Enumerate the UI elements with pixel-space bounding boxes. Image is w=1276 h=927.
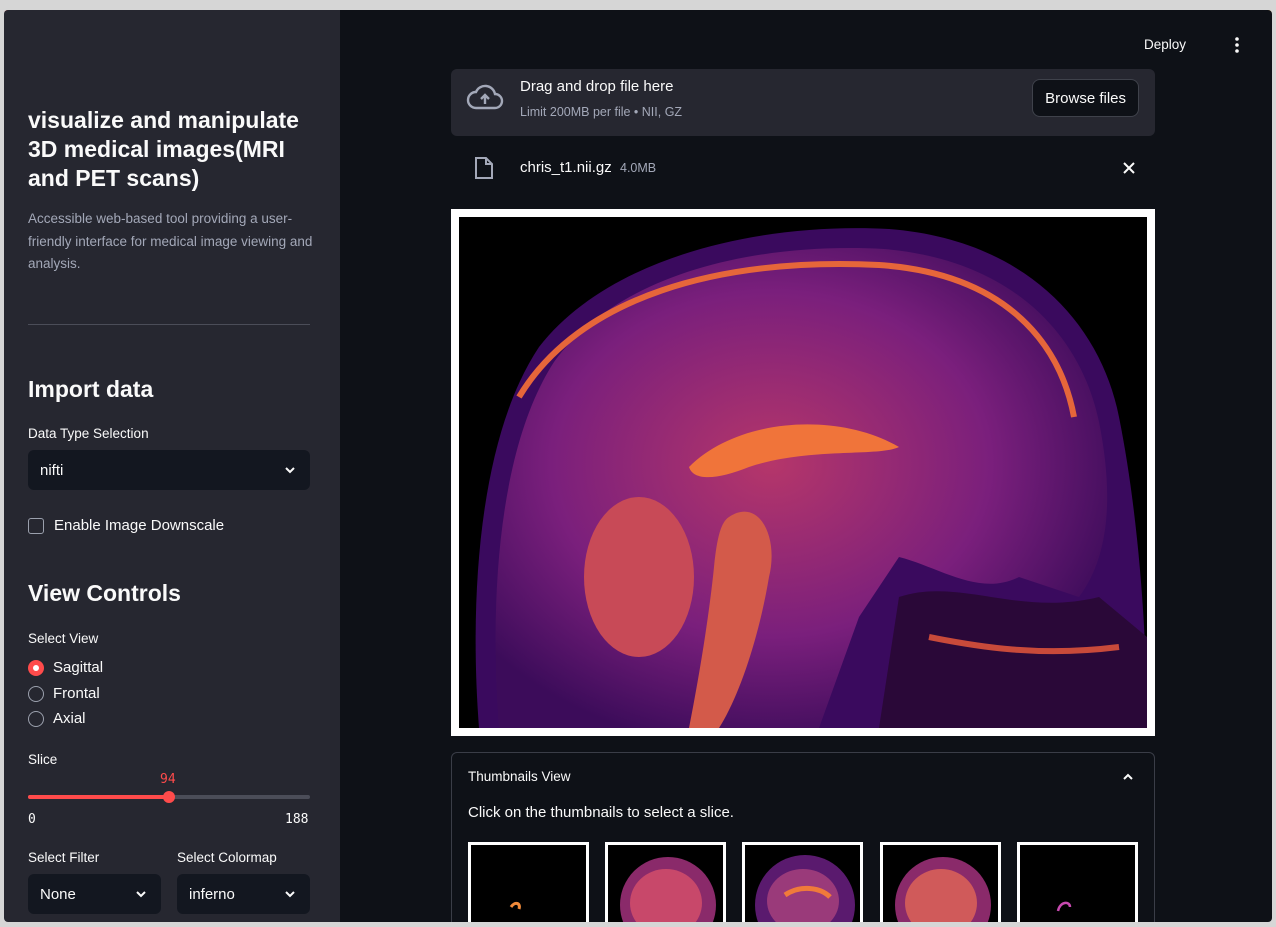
deploy-button[interactable]: Deploy <box>1144 37 1186 52</box>
slice-slider-fill <box>28 795 169 799</box>
data-type-select[interactable]: nifti <box>28 450 310 490</box>
file-icon <box>475 157 493 179</box>
downscale-label: Enable Image Downscale <box>54 517 225 534</box>
radio-label-sagittal: Sagittal <box>53 659 104 676</box>
cloud-upload-icon <box>466 84 504 110</box>
brain-sagittal-image <box>459 217 1147 728</box>
slice-label: Slice <box>28 752 58 767</box>
data-type-label: Data Type Selection <box>28 426 149 441</box>
filter-select[interactable]: None <box>28 874 161 914</box>
sidebar-divider <box>28 324 310 325</box>
data-type-value: nifti <box>40 461 64 479</box>
filter-label: Select Filter <box>28 850 100 865</box>
sidebar: visualize and manipulate 3D medical imag… <box>4 10 340 922</box>
downscale-checkbox-row[interactable]: Enable Image Downscale <box>28 517 224 534</box>
uploaded-file-row: chris_t1.nii.gz 4.0MB <box>451 148 1155 190</box>
file-uploader-dropzone[interactable]: Drag and drop file here Limit 200MB per … <box>451 69 1155 136</box>
slice-min: 0 <box>28 812 36 827</box>
colormap-value: inferno <box>189 885 235 903</box>
radio-label-axial: Axial <box>53 710 86 727</box>
app-title: visualize and manipulate 3D medical imag… <box>28 107 299 191</box>
close-icon[interactable] <box>1121 160 1137 176</box>
thumbnail-image <box>608 845 723 922</box>
chevron-down-icon <box>285 467 295 474</box>
radio-button[interactable] <box>28 710 44 727</box>
dropzone-limit-text: Limit 200MB per file • NII, GZ <box>520 105 683 119</box>
mri-slice-image <box>459 217 1147 728</box>
colormap-label: Select Colormap <box>177 850 277 865</box>
radio-frontal[interactable]: Frontal <box>28 685 100 702</box>
radio-button[interactable] <box>28 685 44 702</box>
radio-button-selected[interactable] <box>28 659 44 676</box>
mri-slice-viewer[interactable] <box>451 209 1155 736</box>
file-name: chris_t1.nii.gz <box>520 159 612 176</box>
app-description: Accessible web-based tool providing a us… <box>28 211 313 271</box>
thumbnails-heading[interactable]: Thumbnails View <box>468 769 571 784</box>
radio-sagittal[interactable]: Sagittal <box>28 659 103 676</box>
filter-value: None <box>40 885 76 903</box>
colormap-select[interactable]: inferno <box>177 874 310 914</box>
thumbnail-image <box>745 845 860 922</box>
slice-max: 188 <box>285 812 309 827</box>
more-options-icon[interactable] <box>1234 36 1240 54</box>
app-window: visualize and manipulate 3D medical imag… <box>4 10 1272 922</box>
slice-current-value: 94 <box>160 772 176 787</box>
thumbnail-4[interactable] <box>880 842 1001 922</box>
import-heading: Import data <box>28 376 154 402</box>
thumbnail-image <box>471 845 586 922</box>
thumbnail-2[interactable] <box>605 842 726 922</box>
thumbnails-expander: Thumbnails View Click on the thumbnails … <box>451 752 1155 922</box>
file-size: 4.0MB <box>620 161 657 175</box>
thumbnail-image <box>1020 845 1135 922</box>
thumbnails-hint: Click on the thumbnails to select a slic… <box>468 804 734 821</box>
chevron-down-icon <box>136 891 146 898</box>
browse-files-button[interactable]: Browse files <box>1032 79 1139 117</box>
downscale-checkbox[interactable] <box>28 517 44 534</box>
slice-slider[interactable] <box>28 791 310 803</box>
chevron-up-icon[interactable] <box>1120 770 1136 784</box>
main-area: Deploy Drag and drop file here Limit 200… <box>340 10 1272 922</box>
dropzone-title: Drag and drop file here <box>520 78 674 95</box>
radio-axial[interactable]: Axial <box>28 710 86 727</box>
thumbnail-3[interactable] <box>742 842 863 922</box>
thumbnail-1[interactable] <box>468 842 589 922</box>
slice-slider-thumb[interactable] <box>163 791 175 803</box>
radio-label-frontal: Frontal <box>53 685 100 702</box>
chevron-down-icon <box>285 891 295 898</box>
thumbnail-5[interactable] <box>1017 842 1138 922</box>
view-controls-heading: View Controls <box>28 580 181 606</box>
thumbnail-image <box>883 845 998 922</box>
select-view-label: Select View <box>28 631 99 646</box>
